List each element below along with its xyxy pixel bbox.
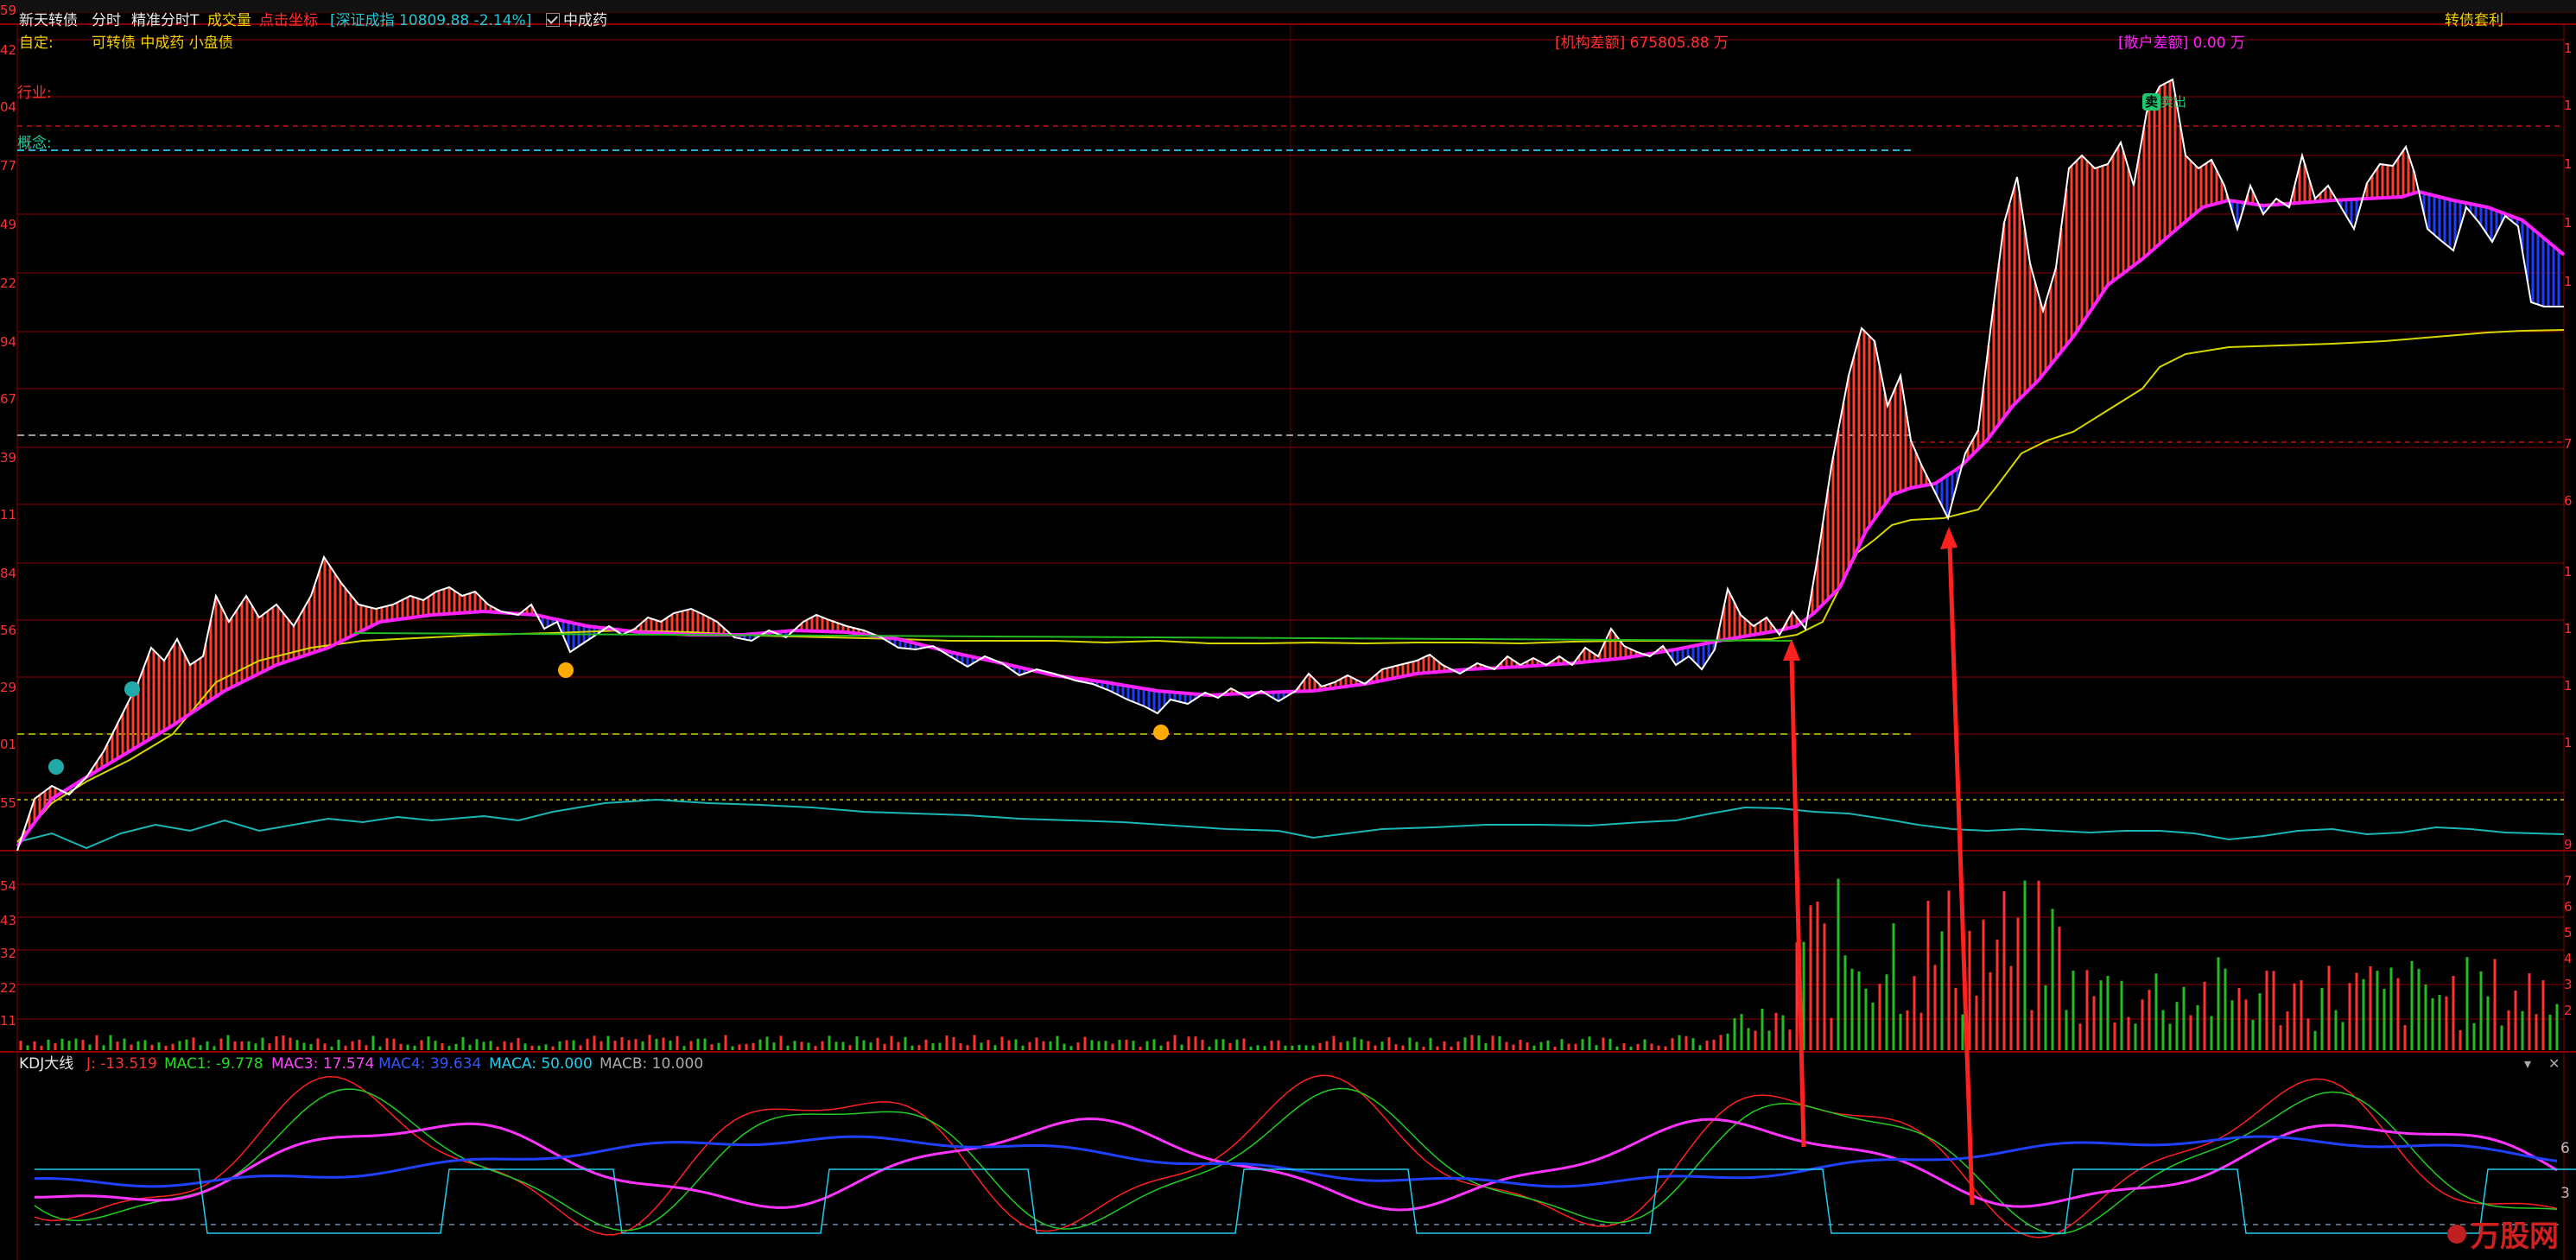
stock-tag-label: 中成药 — [563, 12, 607, 29]
volume-axis-right-tick: 6 — [2564, 899, 2573, 915]
left-axis-tick: 39 — [0, 450, 17, 465]
volume-axis-tick: 43 — [0, 913, 17, 928]
dropdown-chevron-icon[interactable]: ▾ — [2524, 1055, 2531, 1072]
kdj-mac1-line — [34, 1087, 2558, 1235]
right-axis-tick: 1 — [2564, 735, 2573, 750]
green-ref-line — [353, 632, 1793, 642]
volume-axis-right-tick: 3 — [2564, 977, 2573, 992]
kdj-mac3-value: MAC3: 17.574 — [271, 1055, 375, 1073]
kdj-axis-6: 6 — [2560, 1140, 2570, 1157]
right-axis-tick: 1 — [2564, 621, 2573, 636]
buy-marker-icon — [48, 759, 64, 775]
kdj-mac1-value: MAC1: -9.778 — [164, 1055, 263, 1073]
kdj-macb-value: MACB: 10.000 — [600, 1055, 704, 1073]
left-axis-tick: 01 — [0, 737, 17, 752]
right-axis-tick: 1 — [2564, 274, 2573, 289]
left-axis-tick: 49 — [0, 217, 17, 232]
stock-tag-checkbox[interactable]: 中成药 — [546, 12, 607, 29]
logo-icon — [2446, 1224, 2466, 1244]
kdj-title: KDJ大线 — [19, 1055, 74, 1073]
volume-bars — [19, 878, 2559, 1050]
left-axis-tick: 55 — [0, 795, 17, 811]
red-arrowhead-icon — [1940, 527, 1957, 549]
right-axis-tick: 1 — [2564, 41, 2573, 56]
retail-diff: [散户差额] 0.00 万 — [2118, 35, 2245, 52]
convertible-arbitrage-link[interactable]: 转债套利 — [2445, 12, 2503, 29]
red-arrowhead-icon — [1783, 639, 1800, 661]
kdj-mac3-line — [34, 1118, 2558, 1212]
left-axis-tick: 94 — [0, 334, 17, 350]
volume-axis-tick: 32 — [0, 946, 17, 961]
volume-axis-tick: 11 — [0, 1013, 17, 1029]
left-axis-tick: 11 — [0, 507, 17, 522]
close-panel-icon[interactable]: ✕ — [2548, 1055, 2560, 1072]
right-axis-tick: 9 — [2564, 837, 2573, 852]
chart-type-selector[interactable]: 精准分时T — [131, 12, 199, 29]
left-axis-tick: 56 — [0, 623, 17, 638]
kdj-mac4-line — [34, 1135, 2558, 1188]
checkbox-icon[interactable] — [546, 13, 560, 27]
right-axis-tick: 6 — [2564, 493, 2573, 509]
right-axis-tick: 1 — [2564, 215, 2573, 231]
concept-label: 概念: — [17, 135, 52, 152]
left-axis-tick: 04 — [0, 99, 17, 115]
right-axis-tick: 1 — [2564, 564, 2573, 579]
right-axis-tick: 7 — [2564, 436, 2573, 452]
sell-marker: 卖卖出 — [2142, 93, 2186, 111]
fill-bars — [17, 80, 2560, 845]
left-axis-tick: 59 — [0, 3, 17, 18]
left-axis-tick: 67 — [0, 391, 17, 407]
red-arrow-line-2 — [1947, 543, 1975, 1206]
volume-axis-tick: 22 — [0, 980, 17, 996]
click-coord-toggle[interactable]: 点击坐标 — [259, 12, 318, 29]
left-axis-tick: 22 — [0, 275, 17, 291]
right-axis-tick: 1 — [2564, 678, 2573, 693]
kdj-mac4-value: MAC4: 39.634 — [378, 1055, 482, 1073]
kdj-axis-3: 3 — [2560, 1185, 2570, 1202]
kdj-maca-value: MACA: 50.000 — [489, 1055, 593, 1073]
institution-diff: [机构差额] 675805.88 万 — [1555, 35, 1729, 52]
volume-label: 成交量 — [207, 12, 251, 29]
buy-sell-badge-icon: 卖 — [2142, 93, 2161, 111]
red-arrow-line-1 — [1789, 655, 1806, 1148]
signal-marker-icon — [1153, 725, 1169, 740]
left-axis-tick: 77 — [0, 158, 17, 174]
volume-axis-tick: 54 — [0, 878, 17, 894]
volume-axis-right-tick: 7 — [2564, 873, 2573, 889]
tab-intraday[interactable]: 分时 — [92, 12, 121, 29]
watermark-logo: 万股网 — [2446, 1213, 2559, 1255]
buy-marker-icon — [124, 681, 140, 697]
left-axis-tick: 42 — [0, 42, 17, 58]
left-axis-tick: 84 — [0, 566, 17, 581]
stock-name[interactable]: 新天转债 — [19, 12, 78, 29]
kdj-j-line — [34, 1074, 2558, 1238]
volume-axis-right-tick: 5 — [2564, 925, 2573, 940]
right-axis-tick: 1 — [2564, 156, 2573, 172]
industry-label: 行业: — [17, 85, 52, 102]
custom-tags: 可转债 中成药 小盘债 — [92, 35, 233, 52]
volume-axis-right-tick: 2 — [2564, 1003, 2573, 1018]
signal-marker-icon — [558, 662, 574, 678]
custom-label: 自定: — [19, 35, 54, 52]
index-info: [深证成指 10809.88 -2.14%] — [330, 12, 532, 29]
kdj-j-value: J: -13.519 — [86, 1055, 157, 1073]
right-axis-tick: 1 — [2564, 98, 2573, 113]
volume-axis-right-tick: 4 — [2564, 951, 2573, 966]
top-toolbar-strip — [0, 0, 2576, 13]
left-axis-tick: 29 — [0, 680, 17, 695]
